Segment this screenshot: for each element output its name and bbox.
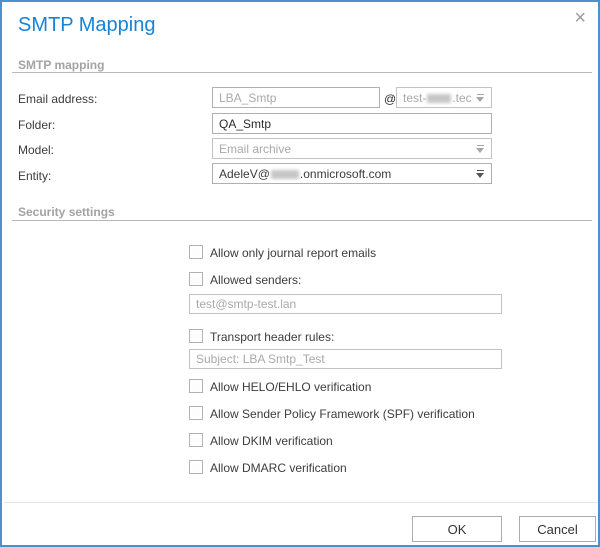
model-label: Model: bbox=[18, 143, 55, 157]
footer-divider bbox=[4, 502, 598, 503]
checkbox-dmarc[interactable] bbox=[189, 460, 203, 474]
chevron-down-icon bbox=[476, 170, 485, 178]
checkbox-dkim[interactable] bbox=[189, 433, 203, 447]
entity-label: Entity: bbox=[18, 169, 52, 183]
email-address-input[interactable] bbox=[212, 87, 380, 108]
section-divider bbox=[12, 220, 592, 221]
checkbox-label: Allow Sender Policy Framework (SPF) veri… bbox=[210, 407, 475, 421]
transport-header-rules-input bbox=[189, 349, 502, 369]
folder-input[interactable] bbox=[212, 113, 492, 134]
email-domain-dropdown: test- .tec bbox=[396, 87, 492, 108]
entity-value: AdeleV@ .onmicrosoft.com bbox=[219, 166, 392, 181]
at-symbol: @ bbox=[384, 92, 397, 106]
redacted-text bbox=[270, 169, 299, 179]
checkbox-allowed-senders[interactable] bbox=[189, 272, 203, 286]
section-header-security: Security settings bbox=[18, 205, 115, 219]
close-icon[interactable]: × bbox=[574, 8, 586, 28]
chevron-down-icon bbox=[476, 145, 485, 153]
checkbox-spf[interactable] bbox=[189, 406, 203, 420]
section-header-smtp-mapping: SMTP mapping bbox=[18, 58, 105, 72]
checkbox-transport-header-rules[interactable] bbox=[189, 329, 203, 343]
dialog-title: SMTP Mapping bbox=[18, 14, 156, 36]
checkbox-helo-ehlo[interactable] bbox=[189, 379, 203, 393]
checkbox-journal-report[interactable] bbox=[189, 245, 203, 259]
folder-label: Folder: bbox=[18, 118, 56, 132]
email-address-label: Email address: bbox=[18, 92, 98, 106]
model-value: Email archive bbox=[219, 141, 292, 156]
cancel-button[interactable]: Cancel bbox=[519, 516, 596, 542]
redacted-text bbox=[427, 93, 452, 103]
entity-dropdown[interactable]: AdeleV@ .onmicrosoft.com bbox=[212, 163, 492, 184]
checkbox-label: Allowed senders: bbox=[210, 273, 302, 287]
allowed-senders-input bbox=[189, 294, 502, 314]
checkbox-label: Allow DMARC verification bbox=[210, 461, 347, 475]
checkbox-label: Allow HELO/EHLO verification bbox=[210, 380, 372, 394]
section-divider bbox=[12, 72, 592, 73]
model-dropdown: Email archive bbox=[212, 138, 492, 159]
checkbox-label: Transport header rules: bbox=[210, 330, 335, 344]
checkbox-label: Allow DKIM verification bbox=[210, 434, 333, 448]
email-domain-value: test- .tec bbox=[403, 90, 472, 105]
chevron-down-icon bbox=[476, 94, 485, 102]
smtp-mapping-dialog: SMTP Mapping × SMTP mapping Email addres… bbox=[0, 0, 600, 547]
ok-button[interactable]: OK bbox=[412, 516, 502, 542]
checkbox-label: Allow only journal report emails bbox=[210, 246, 377, 260]
